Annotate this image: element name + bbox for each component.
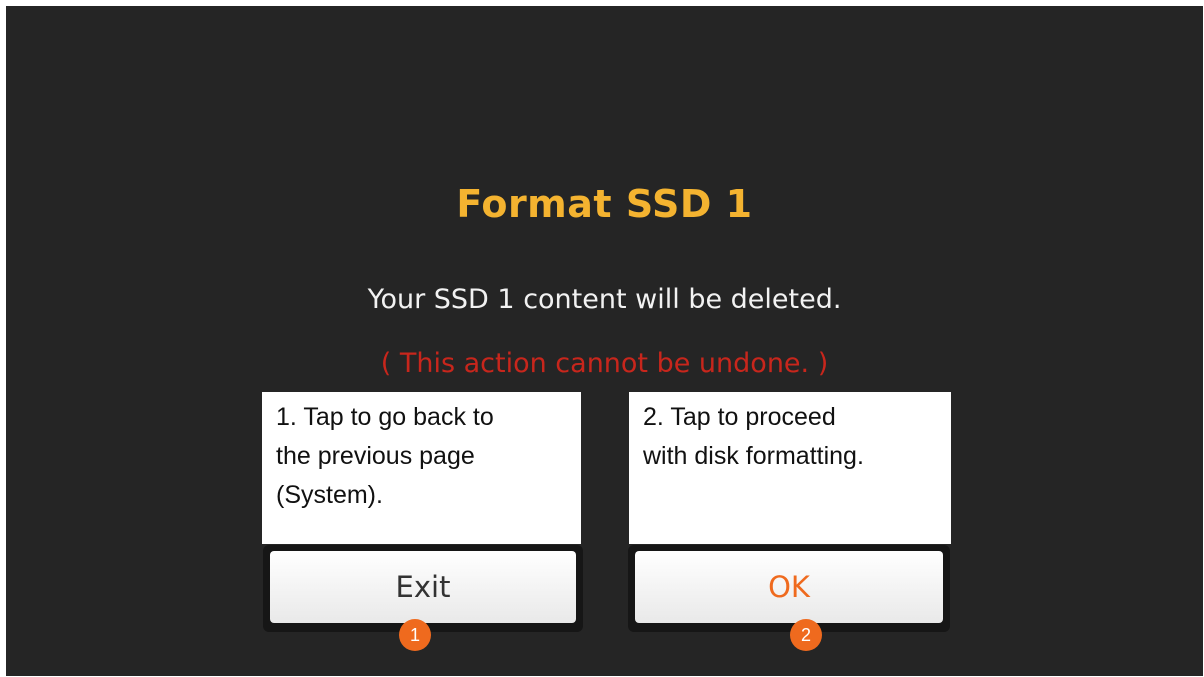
ok-callout: 2. Tap to proceed with disk formatting. bbox=[629, 392, 951, 544]
dialog-title: Format SSD 1 bbox=[456, 182, 753, 226]
dialog-warning: ( This action cannot be undone. ) bbox=[380, 348, 829, 379]
exit-button[interactable]: Exit bbox=[270, 551, 576, 623]
step-badge-ok: 2 bbox=[790, 619, 822, 651]
step-badge-exit: 1 bbox=[399, 619, 431, 651]
ok-button[interactable]: OK bbox=[635, 551, 943, 623]
format-dialog-screen: Format SSD 1 Your SSD 1 content will be … bbox=[6, 6, 1203, 676]
exit-callout: 1. Tap to go back to the previous page (… bbox=[262, 392, 581, 544]
dialog-message: Your SSD 1 content will be deleted. bbox=[367, 284, 842, 315]
ok-button-frame: OK bbox=[628, 545, 950, 632]
exit-button-frame: Exit bbox=[263, 545, 583, 632]
